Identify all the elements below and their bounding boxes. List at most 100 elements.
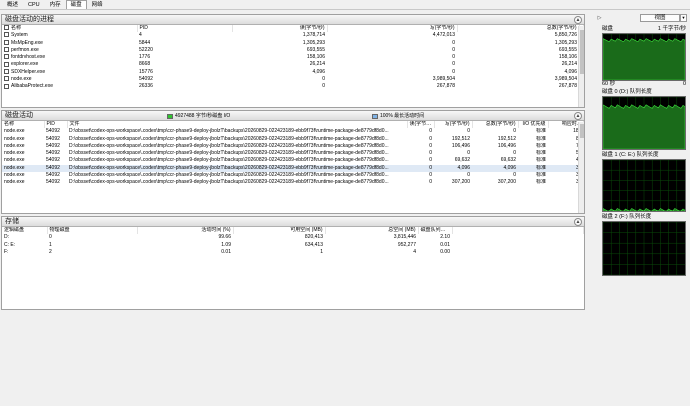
col-header-total[interactable]: 总数(字节/秒) <box>457 25 580 33</box>
view-button[interactable]: 视图 <box>640 14 680 22</box>
processes-scrollbar[interactable] <box>578 26 584 107</box>
graph-zero: 0 <box>682 81 686 87</box>
process-checkbox[interactable] <box>4 83 9 89</box>
collapse-icon[interactable]: ▲ <box>574 218 582 226</box>
process-read: 1,305,293 <box>302 39 325 46</box>
storage-header[interactable]: 存储 ▲ <box>2 217 584 227</box>
activity-pid: 54092 <box>46 157 60 164</box>
graph-sidebar: ▷ 视图 ▼ 磁盘 1 千字节/秒 60 秒 0 磁盘 0 (D:) 队列长度 … <box>595 12 687 406</box>
process-checkbox[interactable] <box>4 32 9 38</box>
tab-disk[interactable]: 磁盘 <box>65 0 87 9</box>
col-header-name[interactable]: 名称 <box>2 25 138 33</box>
table-row[interactable]: MsMpEng.exe 5844 1,305,293 0 1,305,293 <box>2 40 584 47</box>
collapse-icon[interactable]: ▲ <box>574 16 582 24</box>
col-header-read[interactable]: 读(字节/秒) <box>232 25 328 33</box>
activity-total: 0 <box>513 150 516 157</box>
process-name: MsMpEng.exe <box>11 39 43 46</box>
activity-priority: 标准 <box>535 142 546 149</box>
table-row[interactable]: explorer.exe 8668 26,214 0 26,214 <box>2 61 584 68</box>
col-header-write[interactable]: 写(字节/秒) <box>434 121 473 129</box>
activity-write: 192,512 <box>451 135 470 142</box>
activity-pid: 54092 <box>46 150 60 157</box>
process-write: 0 <box>452 39 455 46</box>
col-header-total-space[interactable]: 总空间 (MB) <box>325 227 419 235</box>
tab-cpu[interactable]: CPU <box>23 0 45 9</box>
collapse-icon[interactable]: ▲ <box>574 112 582 120</box>
graph-canvas <box>603 160 685 211</box>
table-row[interactable]: D: 0 99.66 820,413 3,815,446 2.10 <box>2 234 584 241</box>
chevron-down-icon[interactable]: ▼ <box>680 14 687 22</box>
col-header-physical-disk[interactable]: 物理磁盘 <box>47 227 138 235</box>
table-row[interactable]: node.exe 54092 D:\obsset\codex-ops-workspa… <box>2 136 584 143</box>
disk-activity-scroll-thumb[interactable] <box>580 124 584 138</box>
col-header-write[interactable]: 写(字节/秒) <box>327 25 458 33</box>
storage-free-space: 1 <box>320 248 323 255</box>
activity-file: D:\obsset\codex-ops-workspace\.codex\tmp… <box>69 179 389 186</box>
process-name-cell: SDXHelper.exe <box>2 69 137 76</box>
table-row[interactable]: System 4 1,378,714 4,472,013 5,850,726 <box>2 32 584 39</box>
process-write: 267,878 <box>436 83 455 90</box>
activity-priority: 标准 <box>535 172 546 179</box>
disk-activity-table: 名称 PID 文件 读(字节/秒) 写(字节/秒) 总数(字节/秒) I/O 优… <box>2 121 584 187</box>
activity-read: 0 <box>429 157 432 164</box>
process-checkbox[interactable] <box>4 61 9 67</box>
table-row[interactable]: F: 2 0.01 1 4 0.00 <box>2 249 584 256</box>
activity-read: 0 <box>407 164 434 173</box>
col-header-pid[interactable]: PID <box>137 25 233 33</box>
disk-activity-header[interactable]: 磁盘活动 4927488 字节/秒磁盘 I/O 100% 最长活动时间 ▲ <box>2 111 584 121</box>
table-row[interactable]: node.exe 54092 D:\obsset\codex-ops-workspa… <box>2 164 584 173</box>
col-header-priority[interactable]: I/O 优先级 <box>518 121 549 129</box>
table-row[interactable]: node.exe 54092 D:\obsset\codex-ops-workspa… <box>2 150 584 157</box>
activity-name: node.exe <box>4 157 25 164</box>
table-row[interactable]: node.exe 54092 0 3,989,504 3,989,504 <box>2 76 584 83</box>
process-name-cell: AlibabaProtect.exe <box>2 83 137 90</box>
tab-memory[interactable]: 内存 <box>45 0 66 9</box>
process-name: SDXHelper.exe <box>11 68 46 75</box>
process-checkbox[interactable] <box>4 39 9 45</box>
table-row[interactable]: C: E: 1 1.09 634,413 952,277 0.01 <box>2 242 584 249</box>
processes-header[interactable]: 磁盘活动的进程 ▲ <box>2 15 584 25</box>
table-row[interactable]: node.exe 54092 D:\obsset\codex-ops-workspa… <box>2 143 584 150</box>
table-row[interactable]: node.exe 54092 D:\obsset\codex-ops-workspa… <box>2 157 584 164</box>
storage-logical-disk: C: E: <box>4 241 16 248</box>
process-checkbox[interactable] <box>4 47 9 53</box>
disk-activity-scrollbar[interactable] <box>578 122 584 213</box>
process-total: 26,214 <box>561 61 577 68</box>
col-header-file[interactable]: 文件 <box>67 121 408 129</box>
activity-name: node.exe <box>4 172 25 179</box>
table-row[interactable]: SDXHelper.exe 15776 4,096 0 4,096 <box>2 69 584 76</box>
col-header-logical-disk[interactable]: 逻辑磁盘 <box>2 227 48 235</box>
col-header-pid[interactable]: PID <box>44 121 68 129</box>
table-row[interactable]: AlibabaProtect.exe 26336 0 267,878 267,878 <box>2 83 584 90</box>
process-checkbox[interactable] <box>4 54 9 60</box>
activity-write: 69,632 <box>454 157 470 164</box>
process-name-cell: MsMpEng.exe <box>2 40 137 47</box>
col-header-name[interactable]: 名称 <box>2 121 45 129</box>
sidebar-toolbar: ▷ 视图 ▼ <box>595 12 687 24</box>
col-header-active-time[interactable]: 活动时间 (%) <box>137 227 234 235</box>
col-header-read[interactable]: 读(字节/秒) <box>407 121 435 129</box>
table-row[interactable]: node.exe 54092 D:\obsset\codex-ops-workspa… <box>2 128 584 135</box>
active-legend-swatch <box>372 113 378 119</box>
activity-file: D:\obsset\codex-ops-workspace\.codex\tmp… <box>69 128 389 135</box>
activity-name: node.exe <box>4 179 25 186</box>
col-header-queue-length[interactable]: 磁盘队列长度 <box>418 227 453 235</box>
table-row[interactable]: node.exe 54092 D:\obsset\codex-ops-workspa… <box>2 179 584 186</box>
table-row[interactable]: node.exe 54092 D:\obsset\codex-ops-workspa… <box>2 172 584 179</box>
activity-write: 307,200 <box>451 179 470 186</box>
process-checkbox[interactable] <box>4 68 9 74</box>
select-all-checkbox[interactable] <box>4 25 9 31</box>
activity-file: D:\obsset\codex-ops-workspace\.codex\tmp… <box>69 172 389 179</box>
table-row[interactable]: fontdrvhost.exe 1776 158,106 0 158,106 <box>2 54 584 61</box>
tab-overview[interactable]: 概述 <box>2 0 23 9</box>
col-header-total[interactable]: 总数(字节/秒) <box>472 121 519 129</box>
active-legend-label: 100% 最长活动时间 <box>380 113 425 119</box>
process-checkbox[interactable] <box>4 76 9 82</box>
table-row[interactable]: perfmon.exe 52220 693,555 0 693,555 <box>2 47 584 54</box>
tab-network[interactable]: 网络 <box>87 0 108 9</box>
col-header-free-space[interactable]: 可用空间 (MB) <box>233 227 326 235</box>
process-write: 0 <box>452 68 455 75</box>
activity-pid: 54092 <box>46 135 60 142</box>
processes-scroll-thumb[interactable] <box>580 30 584 74</box>
expand-icon[interactable]: ▷ <box>596 15 603 22</box>
